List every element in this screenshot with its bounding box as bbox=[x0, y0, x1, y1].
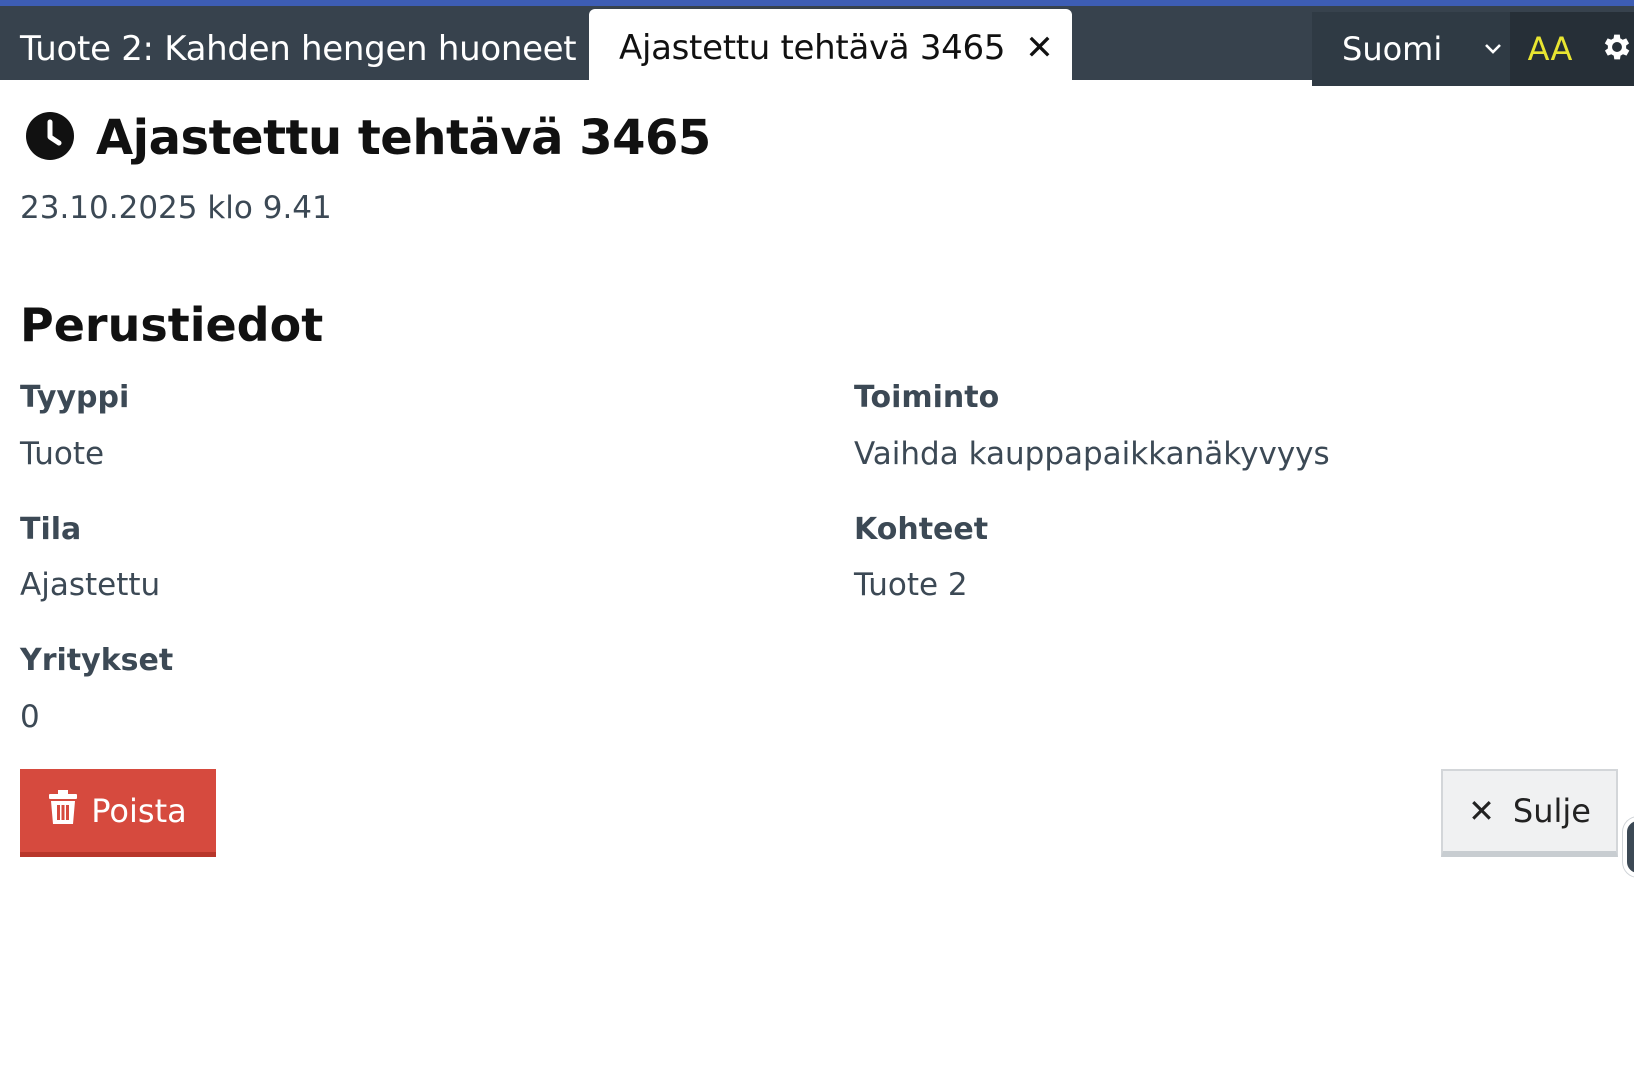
text-size-button[interactable]: AA bbox=[1510, 12, 1590, 86]
status-label: Tila bbox=[20, 512, 82, 547]
tab-scheduled-task[interactable]: Ajastettu tehtävä 3465 ✕ bbox=[589, 9, 1072, 86]
page-header: Ajastettu tehtävä 3465 bbox=[24, 110, 711, 166]
gear-icon bbox=[1600, 30, 1634, 68]
close-icon[interactable]: ✕ bbox=[1025, 31, 1054, 65]
language-select[interactable]: Suomi bbox=[1312, 12, 1510, 86]
tab-product-2[interactable]: Tuote 2: Kahden hengen huoneet bbox=[0, 12, 588, 86]
delete-label: Poista bbox=[91, 791, 187, 830]
tab-label: Tuote 2: Kahden hengen huoneet bbox=[20, 29, 577, 69]
close-label: Sulje bbox=[1512, 792, 1591, 830]
trash-icon bbox=[49, 789, 91, 832]
companies-value: 0 bbox=[20, 699, 40, 735]
text-size-label: AA bbox=[1527, 30, 1573, 68]
close-icon: ✕ bbox=[1468, 792, 1495, 830]
targets-value: Tuote 2 bbox=[854, 567, 968, 603]
type-value: Tuote bbox=[20, 436, 105, 472]
chevron-down-icon bbox=[1484, 43, 1502, 55]
close-button[interactable]: ✕ Sulje bbox=[1441, 769, 1618, 857]
delete-button[interactable]: Poista bbox=[20, 769, 216, 857]
language-label: Suomi bbox=[1342, 30, 1443, 68]
section-title: Perustiedot bbox=[20, 298, 324, 352]
action-value: Vaihda kauppapaikkanäkyvyys bbox=[854, 436, 1330, 472]
action-label: Toiminto bbox=[854, 380, 1000, 415]
companies-label: Yritykset bbox=[20, 643, 174, 678]
settings-button[interactable] bbox=[1590, 12, 1634, 86]
targets-label: Kohteet bbox=[854, 512, 989, 547]
clock-icon bbox=[24, 110, 76, 166]
top-bar: Tuote 2: Kahden hengen huoneet Ajastettu… bbox=[0, 0, 1634, 86]
status-value: Ajastettu bbox=[20, 567, 161, 603]
tab-label: Ajastettu tehtävä 3465 bbox=[619, 27, 1006, 68]
page-title: Ajastettu tehtävä 3465 bbox=[96, 110, 711, 166]
side-panel-handle[interactable] bbox=[1623, 817, 1634, 877]
type-label: Tyyppi bbox=[20, 380, 130, 415]
created-timestamp: 23.10.2025 klo 9.41 bbox=[20, 190, 332, 226]
